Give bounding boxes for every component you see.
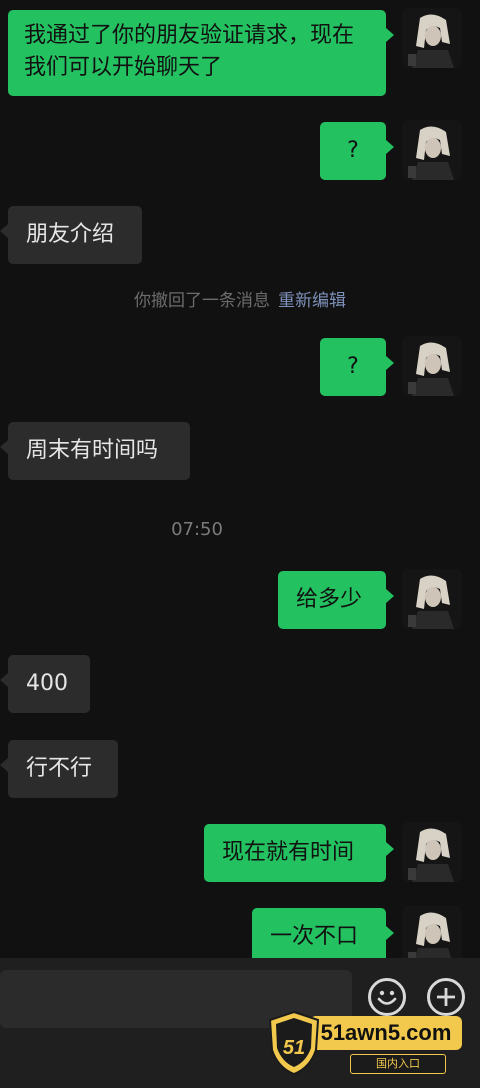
message-bubble-outgoing[interactable]: 现在就有时间 [204,824,394,882]
shield-text: 51 [283,1037,305,1059]
message-text: 我通过了你的朋友验证请求，现在我们可以开始聊天了 [24,23,355,80]
watermark-site-text: 51awn5.com [310,1016,462,1050]
my-avatar[interactable] [402,822,462,882]
message-bubble-incoming[interactable]: 朋友介绍 [0,206,142,264]
chat-screen: 我通过了你的朋友验证请求，现在我们可以开始聊天了 ? 朋友介绍 你撤回了一条消息… [0,0,480,1088]
message-bubble-incoming[interactable]: 行不行 [0,740,118,798]
message-text: 给多少 [296,587,363,612]
my-avatar[interactable] [402,8,462,68]
re-edit-link[interactable]: 重新编辑 [278,291,346,311]
message-text: ? [347,354,359,379]
recall-text: 你撤回了一条消息 [134,291,270,311]
recall-notice: 你撤回了一条消息 重新编辑 [0,286,480,311]
message-bubble-outgoing[interactable]: ? [320,338,394,396]
my-avatar[interactable] [402,120,462,180]
site-watermark: 51awn5.com 国内入口 51 [264,1010,468,1078]
message-bubble-outgoing[interactable]: 我通过了你的朋友验证请求，现在我们可以开始聊天了 [8,10,394,96]
message-text: 400 [26,671,68,696]
my-avatar[interactable] [402,906,462,960]
my-avatar[interactable] [402,336,462,396]
message-text: 现在就有时间 [222,840,355,865]
message-text: 行不行 [26,756,93,781]
message-text: 周末有时间吗 [26,438,159,463]
message-text: ? [347,138,359,163]
message-text: 一次不口 [270,924,359,949]
message-list[interactable]: 我通过了你的朋友验证请求，现在我们可以开始聊天了 ? 朋友介绍 你撤回了一条消息… [0,0,480,960]
message-bubble-incoming[interactable]: 周末有时间吗 [0,422,190,480]
message-bubble-outgoing[interactable]: 给多少 [278,571,394,629]
message-text: 朋友介绍 [26,222,115,247]
message-bubble-incoming[interactable]: 400 [0,655,90,713]
message-bubble-outgoing[interactable]: ? [320,122,394,180]
shield-logo-icon: 51 [266,1010,322,1076]
timestamp: 07:50 [171,519,223,540]
message-bubble-outgoing[interactable]: 一次不口 [252,908,394,960]
watermark-sub-text: 国内入口 [350,1054,446,1074]
my-avatar[interactable] [402,569,462,629]
